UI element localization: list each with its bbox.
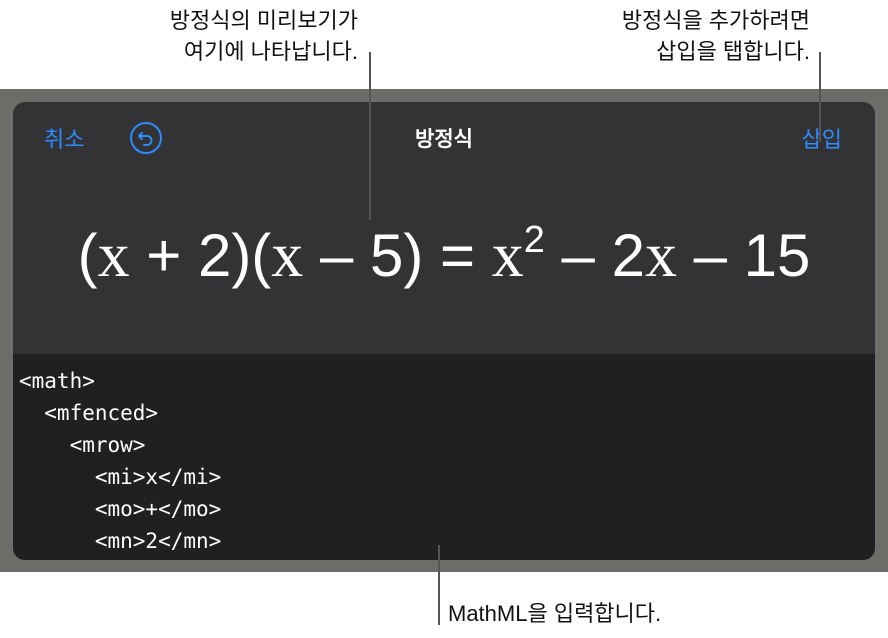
- callout-insert-line: [819, 52, 821, 142]
- code-line: <math>: [19, 369, 95, 393]
- callout-mathml-line: [438, 545, 440, 625]
- equation-editor-panel: 취소 방정식 삽입 (x + 2)(x – 5) = x2 – 2x – 15 …: [13, 102, 875, 560]
- callout-mathml: MathML을 입력합니다.: [448, 601, 662, 626]
- callout-insert: 방정식을 추가하려면 삽입을 탭합니다.: [622, 5, 810, 67]
- equation-variable: x: [97, 219, 130, 290]
- callout-preview-line2: 여기에 나타납니다.: [183, 39, 358, 64]
- equation-part: – 5) =: [303, 222, 492, 289]
- equation-part: + 2)(: [129, 222, 272, 289]
- insert-button[interactable]: 삽입: [802, 122, 842, 154]
- code-line: <mi>x</mi>: [19, 465, 222, 489]
- equation-variable: x: [491, 219, 524, 290]
- callout-insert-line2: 삽입을 탭합니다.: [656, 39, 810, 64]
- callout-preview: 방정식의 미리보기가 여기에 나타납니다.: [170, 5, 358, 67]
- code-line: <mrow>: [19, 433, 146, 457]
- code-line: <mfenced>: [19, 401, 159, 425]
- equation-part: (: [77, 222, 98, 289]
- mathml-code[interactable]: <math> <mfenced> <mrow> <mi>x</mi> <mo>+…: [19, 365, 221, 557]
- callout-preview-line: [369, 52, 371, 220]
- callout-preview-line1: 방정식의 미리보기가: [169, 8, 358, 33]
- callout-insert-line1: 방정식을 추가하려면: [621, 8, 810, 33]
- equation-part: – 15: [676, 222, 811, 289]
- code-line: <mo>+</mo>: [19, 497, 222, 521]
- equation-exponent: 2: [523, 219, 545, 261]
- code-line: <mn>2</mn>: [19, 529, 222, 553]
- equation-preview: (x + 2)(x – 5) = x2 – 2x – 15: [13, 218, 875, 292]
- equation-variable: x: [271, 219, 304, 290]
- equation-part: – 2: [544, 222, 645, 289]
- page-title: 방정식: [415, 128, 473, 151]
- equation-variable: x: [644, 219, 677, 290]
